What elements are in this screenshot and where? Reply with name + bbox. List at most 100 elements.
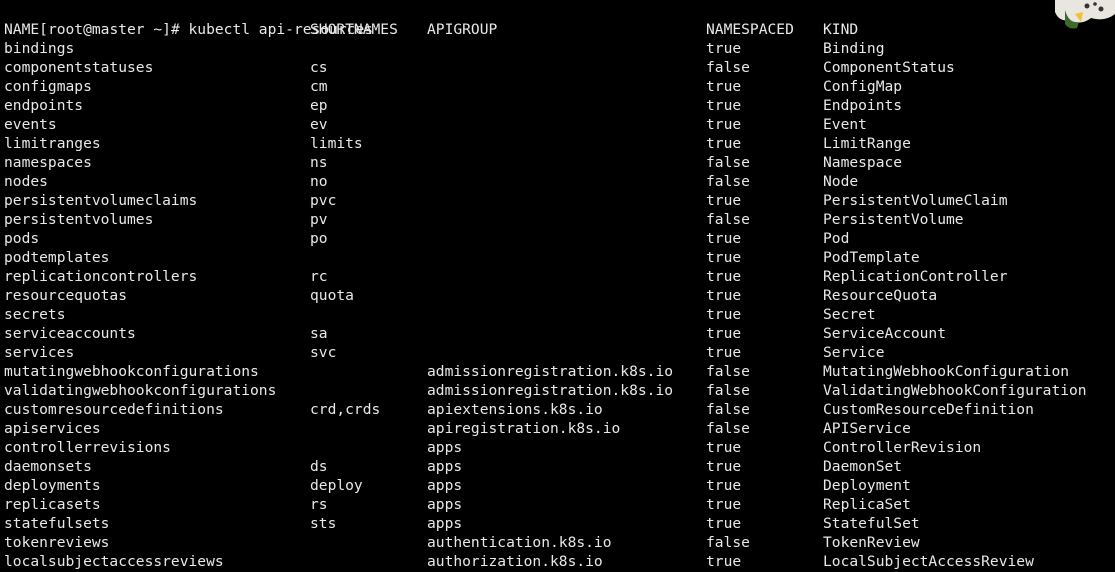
resource-name: persistentvolumeclaims	[4, 192, 198, 209]
table-row: nodes no false Node	[4, 172, 1104, 191]
resource-namespaced: true	[706, 268, 742, 285]
terminal-window[interactable]: [root@master ~]# kubectl api-resources N…	[0, 0, 1115, 572]
resource-namespaced: false	[706, 420, 750, 437]
table-header: NAME SHORTNAMES APIGROUP NAMESPACED KIND	[4, 20, 1104, 39]
resource-apigroup: admissionregistration.k8s.io	[427, 382, 674, 399]
resource-kind: Event	[823, 116, 867, 133]
resource-shortnames: limits	[310, 135, 363, 152]
table-row: pods po true Pod	[4, 229, 1104, 248]
resource-shortnames: pv	[310, 211, 328, 228]
resource-namespaced: true	[706, 553, 742, 570]
resource-apigroup: apiextensions.k8s.io	[427, 401, 603, 418]
resource-name: persistentvolumes	[4, 211, 154, 228]
resource-name: bindings	[4, 40, 75, 57]
resource-namespaced: true	[706, 477, 742, 494]
resource-kind: DaemonSet	[823, 458, 903, 475]
resource-namespaced: true	[706, 325, 742, 342]
header-namespaced: NAMESPACED	[706, 21, 794, 38]
table-row: limitranges limits true LimitRange	[4, 134, 1104, 153]
header-apigroup: APIGROUP	[427, 21, 498, 38]
table-row: componentstatuses cs false ComponentStatus	[4, 58, 1104, 77]
resource-name: deployments	[4, 477, 101, 494]
resource-kind: LocalSubjectAccessReview	[823, 553, 1034, 570]
resource-name: validatingwebhookconfigurations	[4, 382, 277, 399]
table-row: namespaces ns false Namespace	[4, 153, 1104, 172]
resource-name: replicationcontrollers	[4, 268, 198, 285]
table-row: customresourcedefinitions crd,crds apiexte…	[4, 400, 1104, 419]
resource-name: replicasets	[4, 496, 101, 513]
table-row: persistentvolumeclaims pvc true PersistentV…	[4, 191, 1104, 210]
resource-kind: PersistentVolumeClaim	[823, 192, 1008, 209]
resource-apigroup: apps	[427, 439, 463, 456]
resource-namespaced: true	[706, 40, 742, 57]
resource-shortnames: quota	[310, 287, 354, 304]
table-row: secrets true Secret	[4, 305, 1104, 324]
table-row: localsubjectaccessreviews authorization.k…	[4, 552, 1104, 571]
resource-name: serviceaccounts	[4, 325, 136, 342]
resource-namespaced: true	[706, 344, 742, 361]
resource-shortnames: ns	[310, 154, 328, 171]
header-name: NAME	[4, 21, 40, 38]
resource-apigroup: apps	[427, 458, 463, 475]
resource-name: podtemplates	[4, 249, 110, 266]
table-row: services svc true Service	[4, 343, 1104, 362]
resource-kind: ComponentStatus	[823, 59, 955, 76]
table-row: mutatingwebhookconfigurations admissionre…	[4, 362, 1104, 381]
resource-apigroup: authentication.k8s.io	[427, 534, 612, 551]
table-row: podtemplates true PodTemplate	[4, 248, 1104, 267]
header-kind: KIND	[823, 21, 859, 38]
resource-kind: Pod	[823, 230, 850, 247]
resource-name: secrets	[4, 306, 66, 323]
resource-shortnames: ds	[310, 458, 328, 475]
resource-shortnames: rc	[310, 268, 328, 285]
resource-kind: PersistentVolume	[823, 211, 964, 228]
table-row: statefulsets sts apps true StatefulSet	[4, 514, 1104, 533]
resource-namespaced: true	[706, 135, 742, 152]
table-row: configmaps cm true ConfigMap	[4, 77, 1104, 96]
resource-namespaced: true	[706, 458, 742, 475]
resource-kind: Endpoints	[823, 97, 903, 114]
resource-kind: ReplicaSet	[823, 496, 911, 513]
resource-kind: Secret	[823, 306, 876, 323]
resource-namespaced: false	[706, 211, 750, 228]
resource-namespaced: true	[706, 97, 742, 114]
resource-name: events	[4, 116, 57, 133]
resource-shortnames: sa	[310, 325, 328, 342]
resource-namespaced: false	[706, 173, 750, 190]
resource-shortnames: po	[310, 230, 328, 247]
resource-shortnames: cs	[310, 59, 328, 76]
resource-namespaced: true	[706, 116, 742, 133]
resource-name: controllerrevisions	[4, 439, 171, 456]
resource-kind: Node	[823, 173, 859, 190]
resource-namespaced: true	[706, 306, 742, 323]
resource-kind: CustomResourceDefinition	[823, 401, 1034, 418]
resource-apigroup: admissionregistration.k8s.io	[427, 363, 674, 380]
table-row: serviceaccounts sa true ServiceAccount	[4, 324, 1104, 343]
resource-shortnames: cm	[310, 78, 328, 95]
table-row: deployments deploy apps true Deployment	[4, 476, 1104, 495]
resource-namespaced: true	[706, 249, 742, 266]
resource-namespaced: false	[706, 401, 750, 418]
resource-kind: MutatingWebhookConfiguration	[823, 363, 1070, 380]
table-row: bindings true Binding	[4, 39, 1104, 58]
resource-name: pods	[4, 230, 40, 247]
resource-kind: TokenReview	[823, 534, 920, 551]
resource-namespaced: false	[706, 154, 750, 171]
resource-kind: ReplicationController	[823, 268, 1008, 285]
resource-namespaced: false	[706, 382, 750, 399]
resource-kind: PodTemplate	[823, 249, 920, 266]
resource-name: services	[4, 344, 75, 361]
table-row: tokenreviews authentication.k8s.io false To…	[4, 533, 1104, 552]
resource-shortnames: ep	[310, 97, 328, 114]
resource-name: customresourcedefinitions	[4, 401, 224, 418]
resource-kind: Namespace	[823, 154, 903, 171]
resource-apigroup: apps	[427, 515, 463, 532]
resource-apigroup: apps	[427, 477, 463, 494]
table-row: apiservices apiregistration.k8s.io false AP…	[4, 419, 1104, 438]
table-row: endpoints ep true Endpoints	[4, 96, 1104, 115]
resource-shortnames: ev	[310, 116, 328, 133]
resource-shortnames: rs	[310, 496, 328, 513]
resource-apigroup: authorization.k8s.io	[427, 553, 603, 570]
resource-shortnames: crd,crds	[310, 401, 381, 418]
table-row: events ev true Event	[4, 115, 1104, 134]
